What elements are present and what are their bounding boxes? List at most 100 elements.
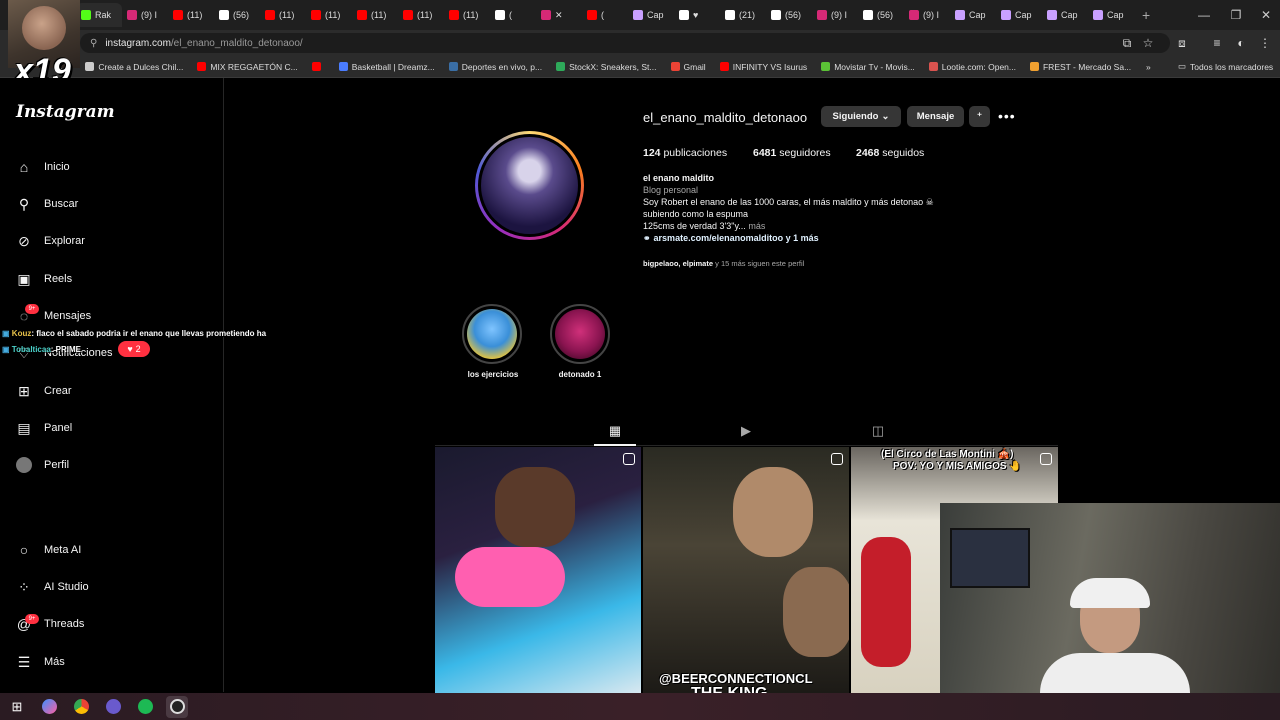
sidebar-item-reels[interactable]: ▣ Reels bbox=[16, 266, 72, 292]
browser-tab[interactable]: Rak bbox=[76, 3, 122, 27]
browser-tab[interactable]: Cap bbox=[996, 3, 1042, 27]
post-tile[interactable] bbox=[435, 447, 641, 693]
followers-count[interactable]: 6481 seguidores bbox=[753, 147, 831, 159]
highlight[interactable] bbox=[462, 304, 522, 364]
browser-tab[interactable]: ✕ bbox=[536, 3, 582, 27]
media-icon[interactable]: ≡ bbox=[1206, 30, 1228, 56]
bookmark[interactable]: Movistar Tv - Movis... bbox=[821, 62, 915, 72]
bookmark[interactable]: Deportes en vivo, p... bbox=[448, 62, 542, 72]
bookmarks-overflow[interactable]: » bbox=[1146, 62, 1151, 72]
browser-tab[interactable]: ( bbox=[490, 3, 536, 27]
highlight[interactable] bbox=[550, 304, 610, 364]
address-bar[interactable]: ⚲ instagram.com/el_enano_maldito_detonao… bbox=[80, 33, 1170, 53]
profile-link[interactable]: ⚭ arsmate.com/elenanomalditoo y 1 más bbox=[643, 233, 819, 244]
bookmark[interactable]: MIX REGGAETÓN C... bbox=[197, 62, 298, 72]
browser-tab[interactable]: ( bbox=[582, 3, 628, 27]
threads-badge: 9+ bbox=[25, 614, 39, 624]
close-window-icon[interactable]: ✕ bbox=[1250, 0, 1280, 30]
tab-tagged-icon[interactable]: ◫ bbox=[869, 423, 887, 439]
instagram-sidebar: Instagram ⌂ Inicio ⚲ Buscar ⊘ Explorar ▣ Ree… bbox=[0, 78, 224, 692]
chrome-profile-icon[interactable] bbox=[102, 696, 124, 718]
browser-tab[interactable]: (56) bbox=[214, 3, 260, 27]
browser-tab[interactable]: Cap bbox=[1042, 3, 1088, 27]
bookmark[interactable]: Lootie.com: Open... bbox=[928, 62, 1016, 72]
bookmark[interactable]: INFINITY VS Isurus bbox=[719, 62, 807, 72]
bookmark[interactable] bbox=[311, 62, 325, 71]
browser-tab[interactable]: (11) bbox=[352, 3, 398, 27]
site-info-icon[interactable]: ⚲ bbox=[90, 38, 97, 49]
tab-posts-grid-icon[interactable]: ▦ bbox=[606, 423, 624, 439]
spotify-icon[interactable] bbox=[134, 696, 156, 718]
reel-icon bbox=[1040, 453, 1052, 465]
extensions-icon[interactable]: ⧈ bbox=[1171, 30, 1193, 56]
post-tile[interactable]: @BEERCONNECTIONCL THE KING bbox=[643, 447, 849, 693]
sidebar-item-mas[interactable]: ☰ Más bbox=[16, 649, 65, 675]
minimize-icon[interactable]: — bbox=[1188, 0, 1220, 30]
bookmark[interactable]: Gmail bbox=[670, 62, 706, 72]
bookmark-star-icon[interactable]: ☆ bbox=[1137, 30, 1159, 56]
bookmark[interactable]: StockX: Sneakers, St... bbox=[556, 62, 657, 72]
browser-tab[interactable]: (21) bbox=[720, 3, 766, 27]
instagram-icon bbox=[909, 10, 919, 20]
browser-tab[interactable]: ♥ bbox=[674, 3, 720, 27]
bookmark[interactable]: Create a Dulces Chil... bbox=[85, 62, 183, 72]
sidebar-item-perfil[interactable]: Perfil bbox=[16, 452, 69, 478]
browser-tab[interactable]: (11) bbox=[306, 3, 352, 27]
browser-tab[interactable]: (56) bbox=[858, 3, 904, 27]
obs-icon[interactable] bbox=[166, 695, 188, 718]
search-icon: ⚲ bbox=[18, 195, 30, 212]
all-bookmarks[interactable]: ▭ Todos los marcadores bbox=[1178, 61, 1273, 72]
bookmark[interactable]: FREST - Mercado Sa... bbox=[1029, 62, 1131, 72]
taskbar: ⊞ bbox=[0, 693, 1280, 720]
browser-tab[interactable]: Cap bbox=[950, 3, 996, 27]
install-app-icon[interactable]: ⧉ bbox=[1116, 30, 1138, 56]
kick-icon bbox=[81, 10, 91, 20]
browser-tab[interactable]: Cap bbox=[628, 3, 674, 27]
browser-tab[interactable]: (9) I bbox=[812, 3, 858, 27]
sidebar-item-panel[interactable]: ▤ Panel bbox=[16, 415, 72, 441]
browser-tab[interactable]: (9) I bbox=[122, 3, 168, 27]
post-caption: POV: YO Y MIS AMIGOS 🤚 bbox=[893, 461, 1022, 472]
following-button[interactable]: Siguiendo ⌄ bbox=[821, 106, 901, 127]
chrome-icon[interactable] bbox=[70, 696, 92, 718]
sidebar-item-ai-studio[interactable]: ⁘ AI Studio bbox=[16, 574, 89, 600]
menu-icon: ☰ bbox=[17, 653, 31, 670]
windows-start-icon[interactable]: ⊞ bbox=[6, 696, 28, 718]
heart-icon: ♥ bbox=[127, 344, 133, 354]
more-options-icon[interactable]: ••• bbox=[998, 108, 1016, 124]
browser-tab[interactable]: (11) bbox=[168, 3, 214, 27]
toy-shape bbox=[455, 547, 565, 607]
copilot-icon[interactable] bbox=[38, 696, 60, 718]
suggest-user-icon[interactable]: ⁺ bbox=[969, 106, 990, 127]
bio-more-link[interactable]: más bbox=[748, 221, 765, 231]
gmail-icon bbox=[670, 62, 680, 71]
sidebar-item-inicio[interactable]: ⌂ Inicio bbox=[16, 154, 70, 180]
sidebar-item-crear[interactable]: ⊞ Crear bbox=[16, 378, 71, 404]
profile-icon[interactable]: ◐ bbox=[1230, 30, 1252, 56]
browser-menu-icon[interactable]: ⋮ bbox=[1254, 30, 1276, 56]
sidebar-item-explorar[interactable]: ⊘ Explorar bbox=[16, 228, 85, 254]
reels-icon: ▣ bbox=[17, 270, 31, 287]
browser-tab[interactable]: (56) bbox=[766, 3, 812, 27]
youtube-icon bbox=[311, 62, 321, 71]
posts-count: 124 publicaciones bbox=[643, 147, 728, 159]
tab-reels-icon[interactable]: ▶ bbox=[737, 423, 755, 439]
browser-tab[interactable]: (11) bbox=[260, 3, 306, 27]
capcut-icon bbox=[1047, 10, 1057, 20]
browser-tab[interactable]: (11) bbox=[398, 3, 444, 27]
followed-by[interactable]: bigpelaoo, elpimate y 15 más siguen este… bbox=[643, 259, 804, 268]
instagram-logo[interactable]: Instagram bbox=[16, 102, 115, 122]
browser-tab[interactable]: Cap bbox=[1088, 3, 1134, 27]
new-tab-button[interactable]: + bbox=[1134, 7, 1158, 23]
sidebar-item-meta-ai[interactable]: ○ Meta AI bbox=[16, 537, 82, 563]
message-button[interactable]: Mensaje bbox=[907, 106, 964, 127]
browser-tab[interactable]: (9) I bbox=[904, 3, 950, 27]
sidebar-item-buscar[interactable]: ⚲ Buscar bbox=[16, 191, 78, 217]
chat-badge-icon: ▣ bbox=[2, 329, 10, 338]
browser-tab[interactable]: (11) bbox=[444, 3, 490, 27]
maximize-icon[interactable]: ❐ bbox=[1220, 0, 1252, 30]
profile-avatar[interactable] bbox=[475, 131, 584, 240]
instagram-icon bbox=[541, 10, 551, 20]
following-count[interactable]: 2468 seguidos bbox=[856, 147, 924, 159]
bookmark[interactable]: Basketball | Dreamz... bbox=[338, 62, 435, 72]
